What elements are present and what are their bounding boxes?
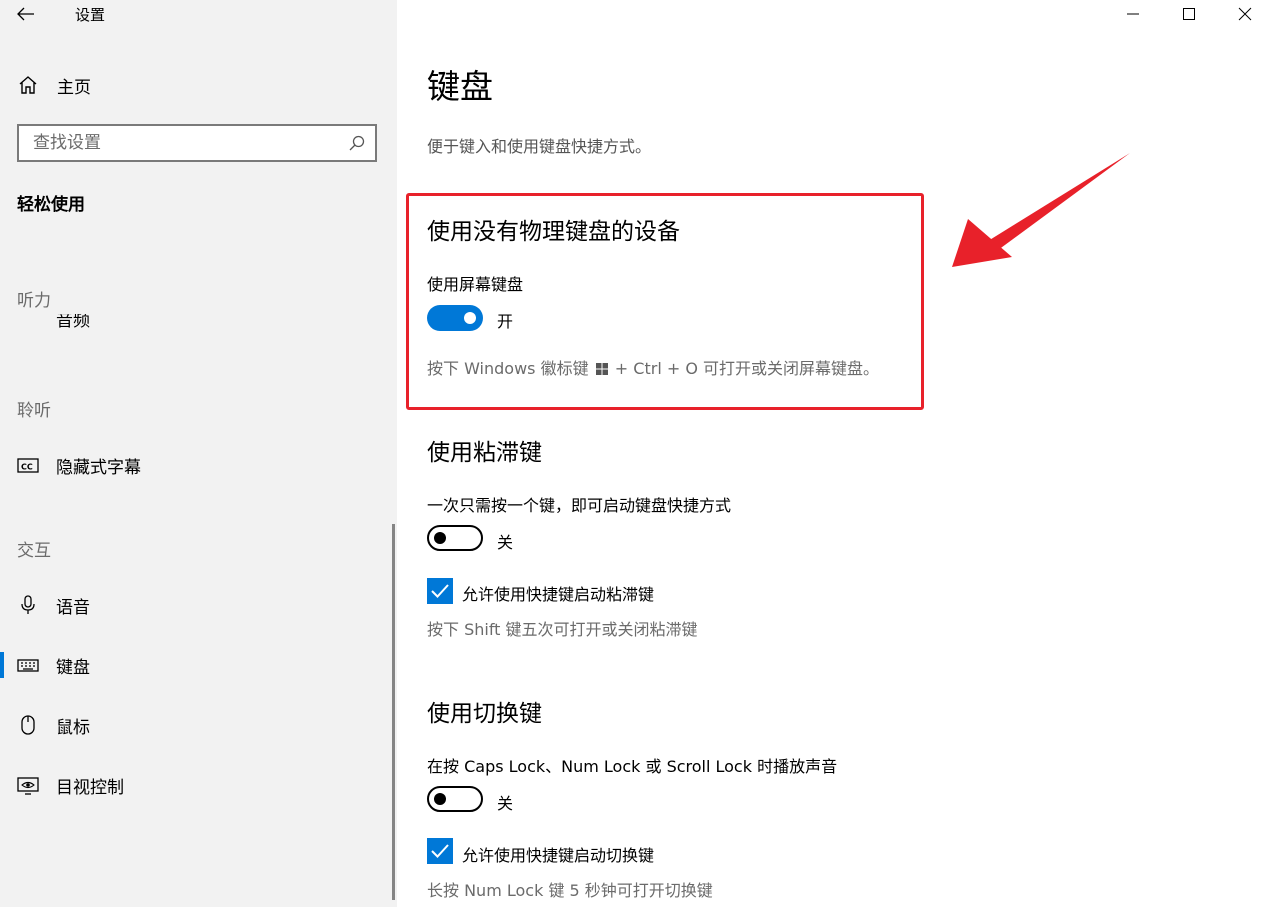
nav-item-mouse[interactable]: 鼠标 — [0, 704, 390, 744]
keyboard-icon — [17, 659, 39, 672]
home-icon — [19, 76, 37, 94]
nav-item-label: 鼠标 — [56, 718, 90, 738]
nav-item-closed-captions[interactable]: CC 隐藏式字幕 — [0, 444, 390, 484]
microphone-icon — [21, 595, 35, 614]
nav-item-label: 目视控制 — [56, 778, 124, 798]
onscreen-keyboard-label: 使用屏幕键盘 — [427, 275, 524, 294]
group-header-hearing: 听力 — [17, 291, 51, 311]
sticky-keys-shortcut-checkbox[interactable] — [427, 578, 453, 604]
nav-item-label: 隐藏式字幕 — [56, 458, 141, 478]
sticky-keys-heading: 使用粘滞键 — [427, 440, 542, 466]
minimize-icon — [1127, 13, 1139, 15]
search-box — [17, 124, 377, 162]
toggle-knob — [434, 532, 446, 544]
toggle-keys-heading: 使用切换键 — [427, 701, 542, 727]
onscreen-keyboard-toggle[interactable] — [427, 305, 483, 331]
nav-home[interactable]: 主页 — [0, 64, 397, 104]
mouse-icon — [21, 715, 35, 735]
sticky-keys-toggle[interactable] — [427, 525, 483, 551]
sticky-keys-shortcut-label: 允许使用快捷键启动粘滞键 — [462, 585, 655, 604]
hint-text-pre: 按下 Windows 徽标键 — [427, 359, 589, 378]
sticky-keys-toggle-state: 关 — [497, 533, 514, 552]
sticky-keys-hint: 按下 Shift 键五次可打开或关闭粘滞键 — [427, 620, 698, 639]
nav-item-audio-partial[interactable]: 音频 — [17, 314, 90, 334]
home-label: 主页 — [57, 78, 91, 98]
toggle-keys-shortcut-checkbox[interactable] — [427, 838, 453, 864]
nav-item-label: 语音 — [56, 598, 90, 618]
toggle-keys-label: 在按 Caps Lock、Num Lock 或 Scroll Lock 时播放声… — [427, 757, 838, 776]
nav-item-label: 键盘 — [56, 658, 90, 678]
onscreen-keyboard-heading: 使用没有物理键盘的设备 — [427, 219, 680, 245]
group-header-listen: 聆听 — [17, 401, 51, 421]
app-title: 设置 — [75, 6, 106, 24]
back-button[interactable] — [12, 2, 40, 26]
back-arrow-icon — [17, 7, 34, 21]
toggle-knob — [434, 793, 446, 805]
toggle-keys-toggle[interactable] — [427, 786, 483, 812]
nav-item-eye-control[interactable]: 目视控制 — [0, 764, 390, 804]
close-icon — [1238, 7, 1252, 21]
active-indicator — [0, 652, 4, 678]
page-title: 键盘 — [427, 67, 493, 106]
eye-control-icon — [17, 777, 39, 795]
toggle-keys-toggle-state: 关 — [497, 794, 514, 813]
nav-item-speech[interactable]: 语音 — [0, 584, 390, 624]
close-button[interactable] — [1217, 0, 1266, 28]
page-description: 便于键入和使用键盘快捷方式。 — [427, 137, 652, 156]
hint-text-post: + Ctrl + O 可打开或关闭屏幕键盘。 — [614, 359, 880, 378]
section-title: 轻松使用 — [17, 195, 85, 215]
minimize-button[interactable] — [1105, 0, 1161, 28]
maximize-button[interactable] — [1161, 0, 1217, 28]
cc-icon: CC — [17, 458, 39, 473]
search-input[interactable] — [19, 126, 319, 160]
onscreen-keyboard-toggle-state: 开 — [497, 312, 514, 331]
sidebar-scrollbar[interactable] — [392, 524, 395, 900]
titlebar: 设置 — [0, 0, 397, 30]
sidebar: 设置 主页 轻松使用 听力 音频 聆听 CC 隐藏式字幕 交互 语音 键盘 鼠标… — [0, 0, 397, 907]
toggle-knob — [464, 312, 476, 324]
search-icon[interactable] — [348, 134, 366, 152]
checkmark-icon — [431, 584, 449, 598]
onscreen-keyboard-hint: 按下 Windows 徽标键 + Ctrl + O 可打开或关闭屏幕键盘。 — [427, 355, 879, 379]
sticky-keys-label: 一次只需按一个键，即可启动键盘快捷方式 — [427, 496, 732, 515]
toggle-keys-hint: 长按 Num Lock 键 5 秒钟可打开切换键 — [427, 881, 713, 900]
nav-item-audio-label: 音频 — [56, 314, 90, 331]
svg-text:CC: CC — [21, 463, 33, 472]
checkmark-icon — [431, 844, 449, 858]
nav-item-keyboard[interactable]: 键盘 — [0, 644, 390, 684]
maximize-icon — [1183, 8, 1195, 20]
annotation-arrow-icon — [952, 153, 1130, 267]
toggle-keys-shortcut-label: 允许使用快捷键启动切换键 — [462, 846, 655, 865]
group-header-interaction: 交互 — [17, 541, 51, 561]
windows-logo-icon — [595, 363, 608, 375]
